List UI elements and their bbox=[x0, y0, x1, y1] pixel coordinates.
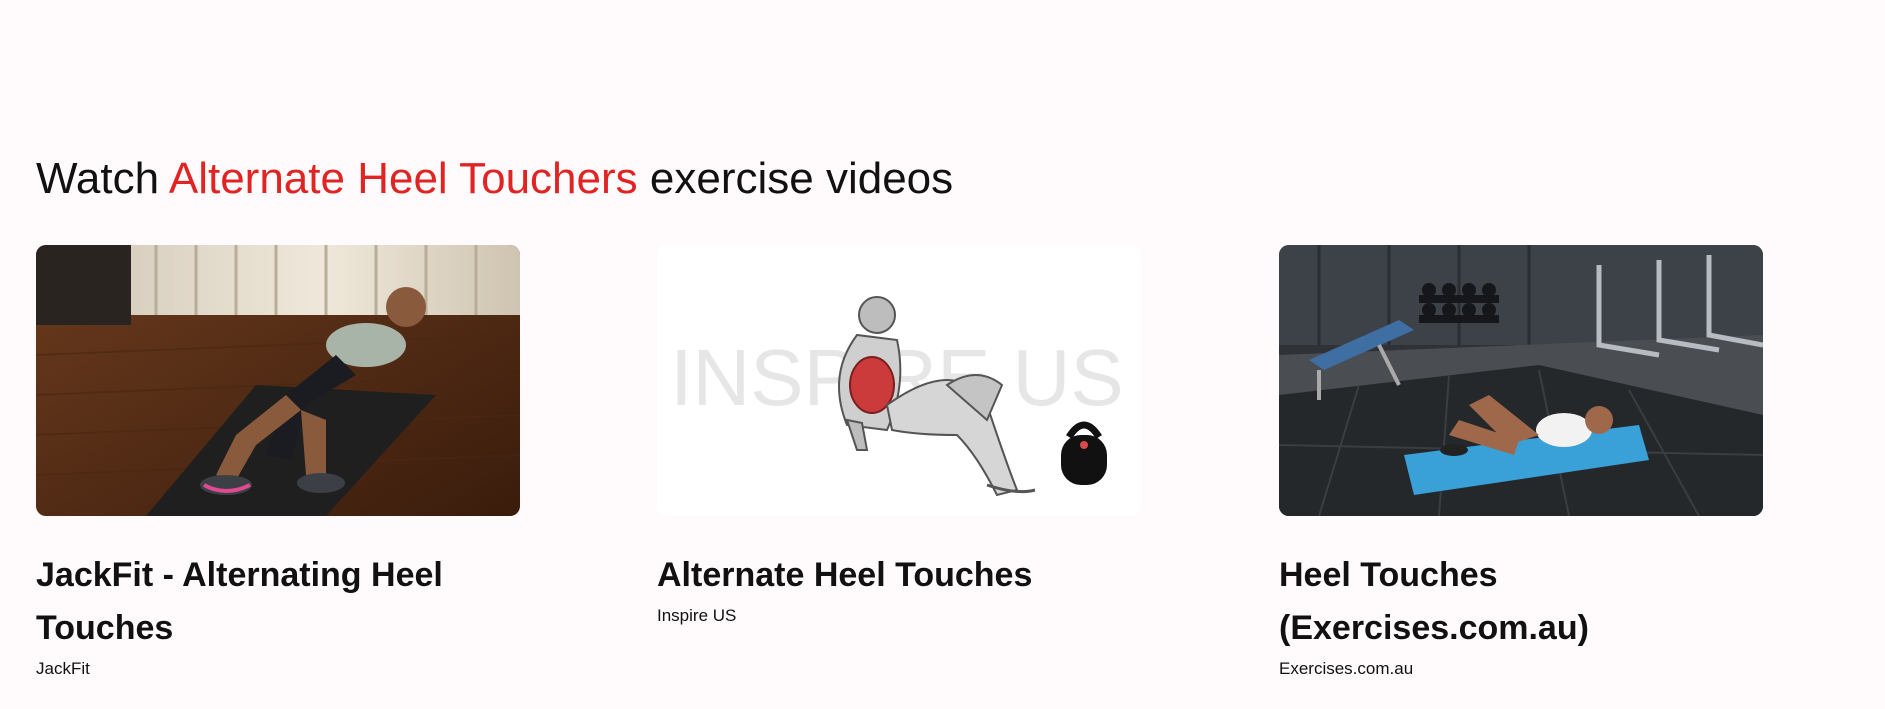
video-thumbnail[interactable] bbox=[1279, 245, 1763, 516]
video-card-jackfit[interactable]: JackFit - Alternating Heel Touches JackF… bbox=[36, 245, 520, 680]
video-thumbnail[interactable] bbox=[36, 245, 520, 516]
video-source: JackFit bbox=[36, 659, 90, 678]
anatomy-illustration-icon: INSPIRE US bbox=[657, 245, 1141, 516]
video-title[interactable]: Alternate Heel Touches bbox=[657, 549, 1141, 602]
title-highlight: Alternate Heel Touchers bbox=[168, 154, 638, 203]
video-card-inspire-us[interactable]: INSPIRE US Alternate Heel Touches Inspir… bbox=[657, 245, 1141, 627]
video-thumbnail[interactable]: INSPIRE US bbox=[657, 245, 1141, 516]
man-on-mat-photo-icon bbox=[36, 245, 520, 516]
title-suffix: exercise videos bbox=[649, 154, 954, 203]
video-card-exercises-com-au[interactable]: Heel Touches (Exercises.com.au) Exercise… bbox=[1279, 245, 1763, 680]
video-title[interactable]: Heel Touches (Exercises.com.au) bbox=[1279, 549, 1763, 655]
video-source: Inspire US bbox=[657, 606, 737, 625]
section-title: Watch Alternate Heel Touchers exercise v… bbox=[36, 150, 953, 208]
gym-floor-photo-icon bbox=[1279, 245, 1763, 516]
video-title[interactable]: JackFit - Alternating Heel Touches bbox=[36, 549, 520, 655]
video-source: Exercises.com.au bbox=[1279, 659, 1414, 678]
title-prefix: Watch bbox=[36, 154, 160, 203]
